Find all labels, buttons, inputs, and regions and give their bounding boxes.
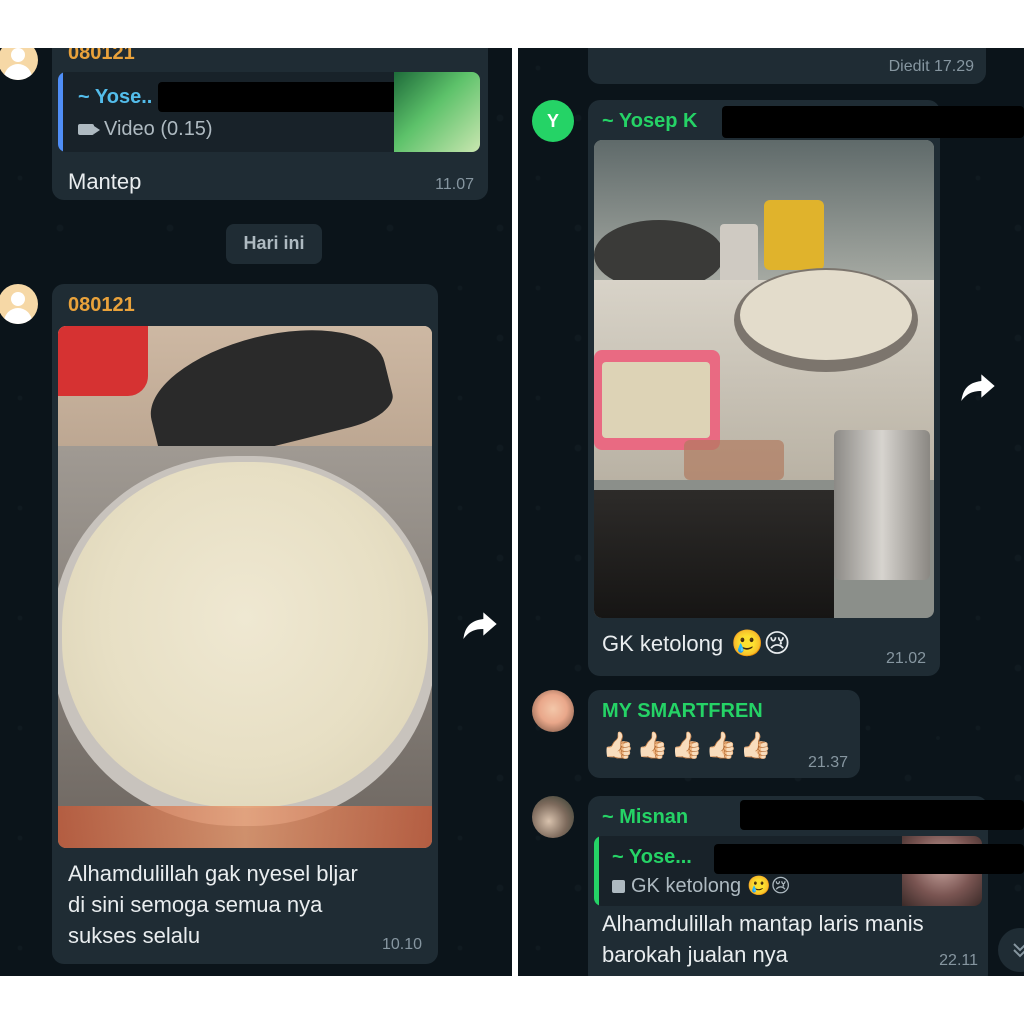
message-time: 22.11 (939, 952, 978, 969)
message-bubble[interactable]: ~ Yosep K GK ketolong 🥲😢 21.02 (588, 100, 940, 676)
edited-time: Diedit 17.29 (888, 58, 974, 75)
avatar[interactable]: Y (532, 100, 574, 142)
quote-preview: GK ketolong 🥲😢 (612, 874, 791, 898)
message-photo[interactable] (58, 326, 432, 848)
message-time: 11.07 (435, 176, 474, 193)
emoji: 🥲😢 (731, 628, 791, 658)
message-time: 21.37 (807, 754, 848, 771)
chat-panel-left: 080121 ~ Yose.. Video (0.15) Mantep 11.0… (0, 48, 512, 976)
redaction-bar (740, 800, 1024, 830)
message-text: 👍🏻👍🏻👍🏻👍🏻👍🏻 (602, 730, 774, 760)
sender-name[interactable]: 080121 (68, 48, 135, 65)
message-time: 21.02 (885, 650, 926, 667)
avatar[interactable] (0, 284, 38, 324)
message-text: GK ketolong 🥲😢 (602, 628, 791, 659)
redaction-bar (722, 106, 1024, 138)
message-text: Alhamdulillah mantap laris manis barokah… (602, 911, 924, 967)
quote-sender: ~ Yose.. (78, 86, 153, 108)
message-text: Alhamdulillah gak nyesel bljar di sini s… (68, 861, 358, 948)
forward-icon[interactable] (958, 366, 998, 406)
message-bubble[interactable]: 080121 Alhamdulillah gak nyesel bljar di… (52, 284, 438, 964)
message-text: Mantep (68, 169, 142, 194)
chevron-double-down-icon (1013, 943, 1024, 958)
photo-icon (612, 879, 625, 893)
message-bubble[interactable]: MY SMARTFREN 👍🏻👍🏻👍🏻👍🏻👍🏻 21.37 (588, 690, 860, 778)
quote-bar (58, 72, 63, 152)
quote-sender: ~ Yose... (612, 846, 692, 868)
chat-panel-right: Diedit 17.29 Y ~ Yosep K GK ketolong 🥲😢 … (518, 48, 1024, 976)
sender-name[interactable]: ~ Yosep K (602, 110, 697, 133)
message-text-content: GK ketolong (602, 631, 724, 656)
message-photo[interactable] (594, 140, 934, 618)
avatar[interactable] (532, 690, 574, 732)
redaction-bar (714, 844, 1024, 874)
sender-name[interactable]: MY SMARTFREN (602, 700, 763, 723)
message-bubble[interactable]: 080121 ~ Yose.. Video (0.15) Mantep 11.0… (52, 48, 488, 200)
avatar-letter: Y (546, 111, 559, 131)
avatar[interactable] (0, 48, 38, 80)
message-bubble[interactable]: Diedit 17.29 (588, 48, 986, 84)
message-time: 10.10 (381, 936, 422, 953)
sender-name[interactable]: 080121 (68, 294, 135, 317)
video-icon (78, 124, 100, 135)
date-chip: Hari ini (226, 224, 322, 264)
forward-icon[interactable] (460, 604, 500, 644)
quote-bar (594, 836, 599, 906)
quoted-message[interactable]: ~ Yose.. Video (0.15) (58, 72, 480, 152)
quote-text: Video (0.15) (104, 118, 213, 140)
quote-thumbnail (394, 72, 480, 152)
quote-preview: Video (0.15) (78, 118, 213, 141)
avatar[interactable] (532, 796, 574, 838)
quote-text: GK ketolong (631, 874, 742, 897)
emoji: 🥲😢 (747, 876, 791, 897)
scroll-down-button[interactable] (998, 928, 1024, 972)
sender-name[interactable]: ~ Misnan (602, 806, 688, 829)
